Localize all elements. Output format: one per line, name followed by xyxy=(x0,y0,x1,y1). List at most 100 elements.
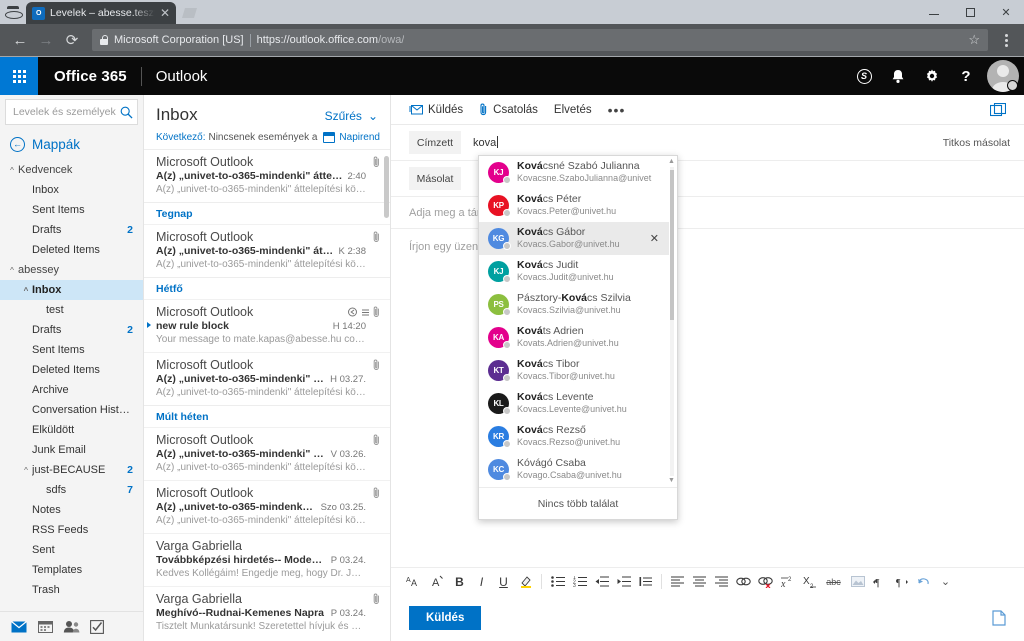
align-right-icon[interactable] xyxy=(711,571,732,593)
autocomplete-suggestion[interactable]: KA Kováts Adrien Kovats.Adrien@univet.hu xyxy=(479,321,669,354)
autocomplete-scrollbar[interactable]: ▲ ▼ xyxy=(668,158,675,485)
sidebar-item-sent-items[interactable]: Sent Items xyxy=(0,200,143,220)
browser-tab[interactable]: O Levelek – abesse.teszt@... ✕ xyxy=(26,2,176,24)
quote-icon[interactable] xyxy=(635,571,656,593)
sidebar-item-conversation-history[interactable]: Conversation History xyxy=(0,400,143,420)
address-bar[interactable]: Microsoft Corporation [US] https://outlo… xyxy=(92,29,988,51)
chevron-collapse-icon[interactable]: ^ xyxy=(20,466,32,475)
image-icon[interactable] xyxy=(847,571,868,593)
scroll-up-arrow-icon[interactable]: ▲ xyxy=(668,158,675,166)
italic-icon[interactable]: I xyxy=(471,571,492,593)
agenda-button[interactable]: Napirend xyxy=(319,132,380,143)
search-input[interactable] xyxy=(13,106,117,118)
sidebar-item-sent[interactable]: Sent xyxy=(0,540,143,560)
sidebar-item-sdfs[interactable]: sdfs 7 xyxy=(0,480,143,500)
scrollbar-thumb[interactable] xyxy=(384,156,389,218)
bold-icon[interactable]: B xyxy=(449,571,470,593)
browser-menu-button[interactable] xyxy=(996,33,1016,47)
sidebar-item-just-because[interactable]: ^ just-BECAUSE 2 xyxy=(0,460,143,480)
folders-header[interactable]: ← Mappák xyxy=(0,127,143,160)
autocomplete-suggestion[interactable]: KJ Kovács Judit Kovacs.Judit@univet.hu xyxy=(479,255,669,288)
close-tab-icon[interactable]: ✕ xyxy=(160,7,170,19)
align-left-icon[interactable] xyxy=(667,571,688,593)
window-minimize-button[interactable] xyxy=(916,0,952,24)
office365-brand[interactable]: Office 365 xyxy=(38,68,141,85)
font-size-icon[interactable]: AA xyxy=(401,571,426,593)
autocomplete-suggestion[interactable]: KL Kovács Levente Kovacs.Levente@univet.hu xyxy=(479,387,669,420)
message-list-item[interactable]: Varga Gabriella Meghívó--Rudnai-Kemenes N… xyxy=(144,586,390,639)
sidebar-item-templates[interactable]: Templates xyxy=(0,560,143,580)
notifications-button[interactable] xyxy=(881,57,915,95)
message-list-item[interactable]: Microsoft Outlook A(z) „univet-to-o365-mi… xyxy=(144,150,390,202)
chevron-collapse-icon[interactable]: ^ xyxy=(20,286,32,295)
message-list-item[interactable]: Microsoft Outlook A(z) „univet-to-o365-mi… xyxy=(144,427,390,480)
ltr-icon[interactable]: ¶ xyxy=(869,571,890,593)
bookmark-star-icon[interactable]: ☆ xyxy=(968,32,980,48)
remove-suggestion-icon[interactable]: ✕ xyxy=(650,232,661,245)
font-color-icon[interactable]: A xyxy=(427,571,448,593)
reload-button[interactable]: ⟳ xyxy=(60,28,84,52)
new-tab-button[interactable] xyxy=(176,2,202,24)
chevron-collapse-icon[interactable]: ^ xyxy=(6,166,18,175)
message-list-item[interactable]: Varga Gabriella Továbbképzési hirdetés-- … xyxy=(144,533,390,586)
sidebar-item-elk-ld-tt[interactable]: Elküldött xyxy=(0,420,143,440)
subscript-icon[interactable]: X2 xyxy=(799,571,820,593)
people-module-button[interactable] xyxy=(60,616,82,638)
sidebar-item-trash[interactable]: Trash xyxy=(0,580,143,600)
message-list-item[interactable]: Microsoft Outlook new rule block H 14:20 Yo… xyxy=(144,299,390,352)
autocomplete-suggestion[interactable]: KJ Kovácsné Szabó Julianna Kovacsne.SzaboJ… xyxy=(479,156,669,189)
discard-command[interactable]: Elvetés xyxy=(554,104,592,116)
autocomplete-suggestion[interactable]: KP Kovács Péter Kovacs.Peter@univet.hu xyxy=(479,189,669,222)
chevron-collapse-icon[interactable]: ^ xyxy=(6,266,18,275)
help-button[interactable]: ? xyxy=(949,57,983,95)
sidebar-item-rss-feeds[interactable]: RSS Feeds xyxy=(0,520,143,540)
numbered-list-icon[interactable]: 123 xyxy=(569,571,590,593)
search-box[interactable] xyxy=(5,99,138,125)
autocomplete-suggestion[interactable]: KT Kovács Tibor Kovacs.Tibor@univet.hu xyxy=(479,354,669,387)
superscript-icon[interactable]: x2 xyxy=(777,571,798,593)
undo-icon[interactable] xyxy=(913,571,934,593)
underline-icon[interactable]: U xyxy=(493,571,514,593)
send-button[interactable]: Küldés xyxy=(409,606,482,630)
popout-icon[interactable] xyxy=(990,102,1006,117)
sidebar-item-junk-email[interactable]: Junk Email xyxy=(0,440,143,460)
message-list-scrollbar[interactable] xyxy=(384,150,389,641)
bullet-list-icon[interactable] xyxy=(547,571,568,593)
attach-command[interactable]: Csatolás xyxy=(479,103,538,116)
highlight-icon[interactable] xyxy=(515,571,536,593)
send-command[interactable]: Küldés xyxy=(409,104,463,116)
filter-button[interactable]: Szűrés ⌄ xyxy=(325,109,378,123)
mail-module-button[interactable] xyxy=(8,616,30,638)
app-name-outlook[interactable]: Outlook xyxy=(142,68,222,85)
sidebar-item-archive[interactable]: Archive xyxy=(0,380,143,400)
forward-button[interactable]: → xyxy=(34,28,58,52)
collapse-folders-icon[interactable]: ← xyxy=(10,137,25,152)
sidebar-item-sent-items[interactable]: Sent Items xyxy=(0,340,143,360)
cc-button[interactable]: Másolat xyxy=(409,167,461,190)
message-list-item[interactable]: Microsoft Outlook A(z) „univet-to-o365-mi… xyxy=(144,480,390,533)
strikethrough-icon[interactable]: abc xyxy=(821,571,846,593)
bcc-toggle[interactable]: Titkos másolat xyxy=(943,137,1010,149)
more-formatting-chevron-icon[interactable]: ⌄ xyxy=(935,571,956,593)
autocomplete-suggestion[interactable]: KG Kovács Gábor Kovacs.Gabor@univet.hu ✕ xyxy=(479,222,669,255)
sidebar-item-deleted-items[interactable]: Deleted Items xyxy=(0,360,143,380)
sidebar-item-drafts[interactable]: Drafts 2 xyxy=(0,320,143,340)
indent-decrease-icon[interactable] xyxy=(591,571,612,593)
sidebar-item-kedvencek[interactable]: ^ Kedvencek xyxy=(0,160,143,180)
sidebar-item-drafts[interactable]: Drafts 2 xyxy=(0,220,143,240)
sidebar-item-inbox[interactable]: Inbox xyxy=(0,180,143,200)
back-button[interactable]: ← xyxy=(8,28,32,52)
indent-increase-icon[interactable] xyxy=(613,571,634,593)
message-list-item[interactable]: Microsoft Outlook A(z) „univet-to-o365-mi… xyxy=(144,352,390,405)
scroll-down-arrow-icon[interactable]: ▼ xyxy=(668,477,675,485)
to-button[interactable]: Címzett xyxy=(409,131,461,154)
link-icon[interactable] xyxy=(733,571,754,593)
sidebar-item-test[interactable]: test xyxy=(0,300,143,320)
sidebar-item-notes[interactable]: Notes xyxy=(0,500,143,520)
autocomplete-scroll-thumb[interactable] xyxy=(670,170,674,320)
autocomplete-suggestion[interactable]: KC Kóvágó Csaba Kovago.Csaba@univet.hu xyxy=(479,453,669,486)
autocomplete-suggestion[interactable]: PS Pásztory-Kovács Szilvia Kovacs.Szilvia@… xyxy=(479,288,669,321)
insert-document-icon[interactable] xyxy=(992,610,1006,626)
tasks-module-button[interactable] xyxy=(86,616,108,638)
calendar-module-button[interactable] xyxy=(34,616,56,638)
